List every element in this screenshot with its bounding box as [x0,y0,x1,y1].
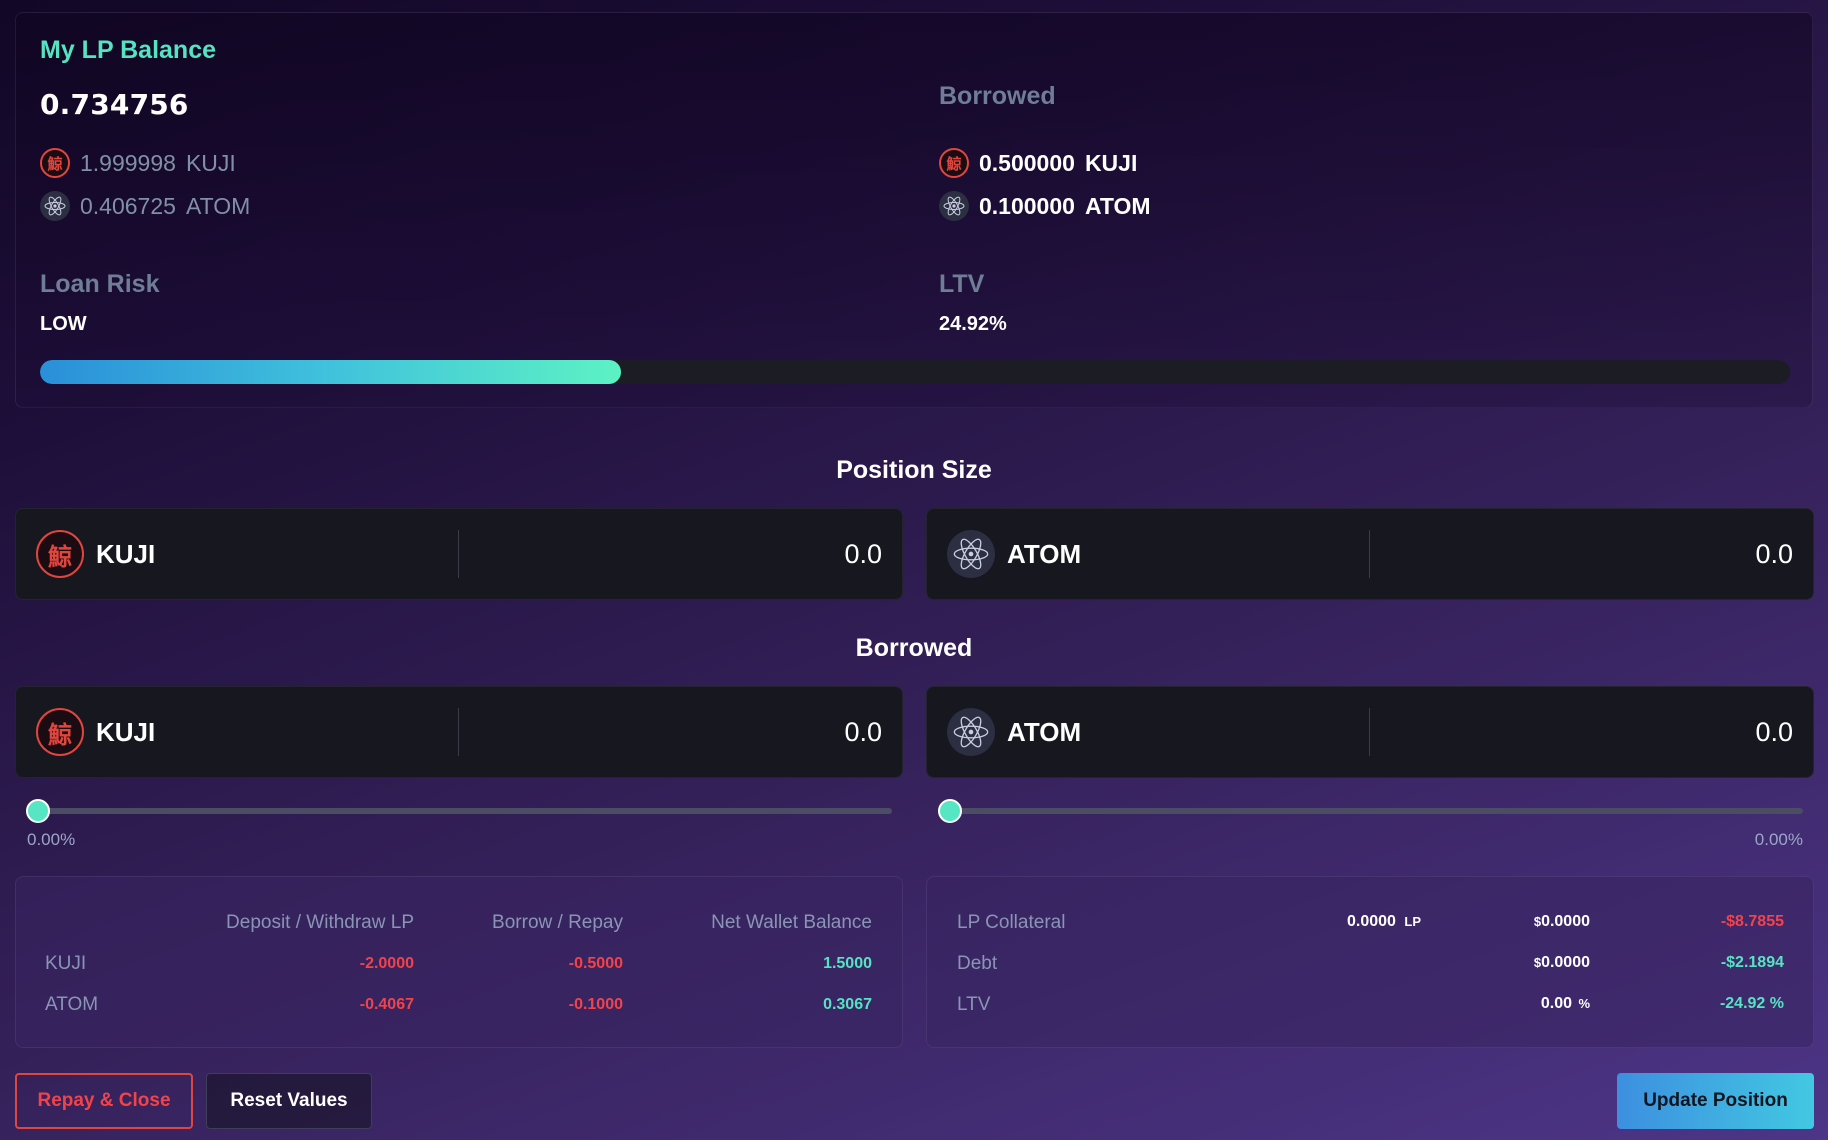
kuji-icon: 鯨 [36,708,84,756]
row-atom-deposit: -0.4067 [359,996,414,1013]
position-size-atom-box: ATOM [926,508,1814,600]
row-kuji-label: KUJI [45,953,87,974]
position-summary-panel [926,876,1814,1048]
borrow-kuji-slider-thumb[interactable] [26,799,50,823]
borrowed-kuji: 鯨 0.500000 KUJI [939,148,1137,178]
borrowed-atom-input[interactable] [1370,702,1813,762]
position-size-title: Position Size [836,456,992,484]
lp-balance-title: My LP Balance [40,36,217,64]
lp-balance-amount: 0.734756 [40,88,189,121]
loan-risk-value: LOW [40,313,87,335]
debt-change: -$2.1894 [1720,954,1784,971]
lp-asset-atom: 0.406725 ATOM [40,191,250,221]
update-position-button[interactable]: Update Position [1617,1073,1814,1129]
atom-icon [947,708,995,756]
lp-asset-kuji-symbol: KUJI [185,149,236,176]
lp-collateral-change: -$8.7855 [1720,913,1784,930]
debt-label: Debt [957,953,998,974]
atom-icon [40,191,70,221]
borrowed-atom-label: ATOM [1007,716,1082,747]
loan-risk-progress-bar [40,360,1790,384]
row-atom-label: ATOM [45,994,99,1015]
currency-symbol: $ [1533,914,1542,929]
borrowed-atom-symbol: ATOM [1084,192,1151,219]
loan-risk-progress-fill [40,360,621,384]
borrowed-kuji-symbol: KUJI [1084,149,1138,176]
lp-asset-atom-symbol: ATOM [185,192,251,219]
position-size-kuji-token: 鯨 KUJI [16,530,458,578]
ltv-row-pct: 0.00 [1540,995,1572,1012]
borrow-kuji-slider-percent: 0.00% [27,830,76,849]
lp-collateral-unit: LP [1404,914,1422,929]
kuji-icon: 鯨 [40,148,70,178]
atom-icon [947,530,995,578]
ltv-label: LTV [939,270,985,298]
row-kuji-borrow: -0.5000 [568,955,623,972]
debt-usd: $0.0000 [1520,954,1590,972]
lp-asset-kuji-amount: 1.999998 [80,149,176,176]
row-kuji-deposit: -2.0000 [359,955,414,972]
lp-collateral-usd: $0.0000 [1520,913,1590,931]
position-size-atom-input[interactable] [1370,524,1813,584]
atom-icon [939,191,969,221]
borrow-atom-slider-percent: 0.00% [1754,830,1803,849]
borrowed-atom-amount: 0.100000 [979,192,1075,219]
header-deposit-withdraw: Deposit / Withdraw LP [226,912,414,933]
position-size-kuji-input[interactable] [459,524,902,584]
lp-asset-kuji: 鯨 1.999998 KUJI [40,148,236,178]
kuji-icon: 鯨 [939,148,969,178]
kuji-icon: 鯨 [36,530,84,578]
reset-values-button[interactable]: Reset Values [206,1073,372,1129]
position-size-kuji-box: 鯨 KUJI [15,508,903,600]
borrow-atom-slider-track[interactable] [950,808,1803,814]
lp-balance-card [15,12,1813,408]
borrowed-section-title: Borrowed [855,634,973,662]
row-kuji-net: 1.5000 [823,955,872,972]
loan-risk-label: Loan Risk [40,270,160,298]
borrowed-kuji-amount: 0.500000 [979,149,1075,176]
row-atom-borrow: -0.1000 [568,996,623,1013]
borrowed-kuji-input[interactable] [459,702,902,762]
ltv-row-pct-unit: % [1578,996,1590,1011]
ltv-row-change: -24.92 % [1719,995,1784,1012]
lp-asset-atom-amount: 0.406725 [80,192,176,219]
borrowed-label: Borrowed [939,82,1056,110]
ltv-value: 24.92% [939,313,1007,335]
borrowed-atom: 0.100000 ATOM [939,191,1151,221]
borrowed-atom-box: ATOM [926,686,1814,778]
position-size-kuji-label: KUJI [96,538,156,569]
header-borrow-repay: Borrow / Repay [492,912,623,933]
borrowed-kuji-label: KUJI [96,716,156,747]
position-size-atom-label: ATOM [1007,538,1082,569]
lp-collateral-label: LP Collateral [957,912,1066,933]
position-size-atom-token: ATOM [927,530,1369,578]
borrowed-atom-token: ATOM [927,708,1369,756]
row-atom-net: 0.3067 [823,996,872,1013]
debt-usd-value: 0.0000 [1541,954,1590,971]
repay-close-button[interactable]: Repay & Close [15,1073,193,1129]
ltv-row-value: 0.00 % [1520,995,1590,1013]
header-net-wallet-balance: Net Wallet Balance [711,912,872,933]
borrow-atom-slider-thumb[interactable] [938,799,962,823]
ltv-row-label: LTV [957,994,991,1015]
lp-collateral-amount-value: 0.0000 [1347,913,1396,930]
currency-symbol: $ [1533,955,1542,970]
borrowed-kuji-token: 鯨 KUJI [16,708,458,756]
lp-collateral-amount: 0.0000 LP [1347,913,1421,931]
borrowed-kuji-box: 鯨 KUJI [15,686,903,778]
lp-collateral-usd-value: 0.0000 [1541,913,1590,930]
borrow-kuji-slider-track[interactable] [38,808,892,814]
